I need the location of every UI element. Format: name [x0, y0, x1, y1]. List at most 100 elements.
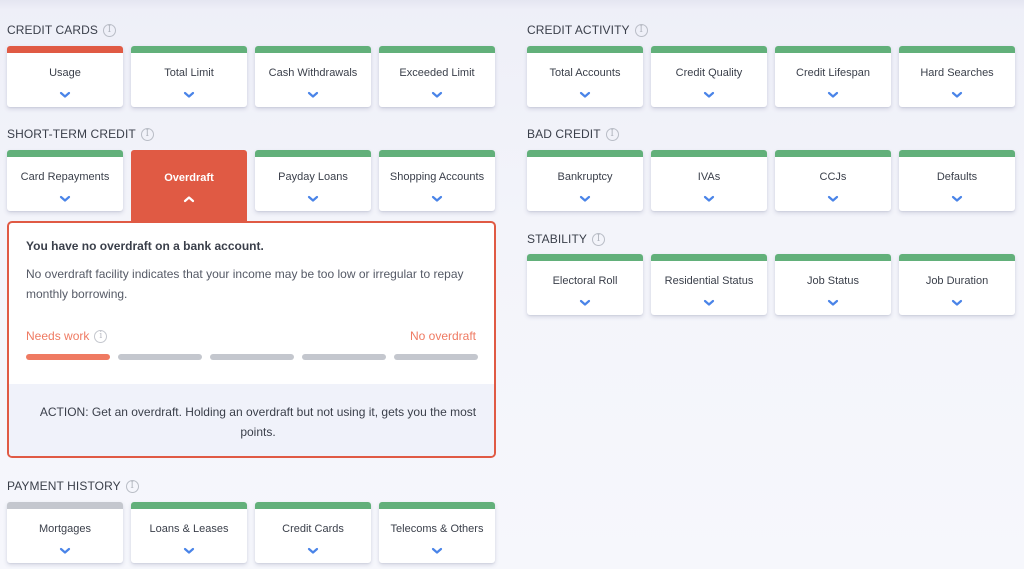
chevron-down-icon[interactable] [307, 91, 319, 99]
chevron-down-icon[interactable] [59, 91, 71, 99]
tile-payday-loans[interactable]: Payday Loans [255, 150, 371, 211]
tile-label: Mortgages [7, 523, 123, 535]
tile-ccjs[interactable]: CCJs [775, 150, 891, 211]
info-icon[interactable]: i [635, 24, 648, 37]
tile-bankruptcy[interactable]: Bankruptcy [527, 150, 643, 211]
status-bar [527, 150, 643, 157]
tile-card-repayments[interactable]: Card Repayments [7, 150, 123, 211]
status-label: Needs work [26, 329, 89, 343]
chevron-down-icon[interactable] [59, 195, 71, 203]
chevron-down-icon[interactable] [827, 195, 839, 203]
tile-label: Electoral Roll [527, 275, 643, 287]
tile-loans-and-leases[interactable]: Loans & Leases [131, 502, 247, 563]
chevron-down-icon[interactable] [579, 195, 591, 203]
chevron-down-icon[interactable] [579, 91, 591, 99]
credit-report-page: CREDIT CARDS i Usage Total Limit Cash With… [0, 0, 1024, 569]
chevron-down-icon[interactable] [827, 299, 839, 307]
tile-label: Exceeded Limit [379, 67, 495, 79]
chevron-down-icon[interactable] [183, 91, 195, 99]
chevron-down-icon[interactable] [183, 547, 195, 555]
tile-label: Bankruptcy [527, 171, 643, 183]
section-title-text: CREDIT CARDS [7, 23, 98, 37]
chevron-down-icon[interactable] [431, 91, 443, 99]
chevron-up-icon[interactable] [183, 195, 195, 203]
section-title-text: PAYMENT HISTORY [7, 479, 121, 493]
section-title-short-term-credit: SHORT-TERM CREDIT i [7, 126, 154, 142]
status-bar [379, 46, 495, 53]
section-title-payment-history: PAYMENT HISTORY i [7, 478, 139, 494]
chevron-down-icon[interactable] [431, 547, 443, 555]
tile-telecoms-and-others[interactable]: Telecoms & Others [379, 502, 495, 563]
chevron-down-icon[interactable] [307, 547, 319, 555]
section-title-bad-credit: BAD CREDIT i [527, 126, 619, 142]
chevron-down-icon[interactable] [431, 195, 443, 203]
status-bar [131, 502, 247, 509]
tile-defaults[interactable]: Defaults [899, 150, 1015, 211]
section-title-text: BAD CREDIT [527, 127, 601, 141]
chevron-down-icon[interactable] [703, 195, 715, 203]
tile-total-limit[interactable]: Total Limit [131, 46, 247, 107]
tile-label: Telecoms & Others [379, 523, 495, 535]
tile-exceeded-limit[interactable]: Exceeded Limit [379, 46, 495, 107]
tile-job-duration[interactable]: Job Duration [899, 254, 1015, 315]
tile-cash-withdrawals[interactable]: Cash Withdrawals [255, 46, 371, 107]
detail-description: No overdraft facility indicates that you… [26, 264, 486, 304]
tile-label: Job Status [775, 275, 891, 287]
tile-shopping-accounts[interactable]: Shopping Accounts [379, 150, 495, 211]
tile-ivas[interactable]: IVAs [651, 150, 767, 211]
tile-label: CCJs [775, 171, 891, 183]
tile-label: Cash Withdrawals [255, 67, 371, 79]
tile-job-status[interactable]: Job Status [775, 254, 891, 315]
chevron-down-icon[interactable] [579, 299, 591, 307]
status-bar [527, 254, 643, 261]
info-icon[interactable]: i [103, 24, 116, 37]
chevron-down-icon[interactable] [703, 91, 715, 99]
status-bar [899, 150, 1015, 157]
tile-label: Loans & Leases [131, 523, 247, 535]
tile-total-accounts[interactable]: Total Accounts [527, 46, 643, 107]
rating-segment [394, 354, 478, 360]
section-title-text: SHORT-TERM CREDIT [7, 127, 136, 141]
info-icon[interactable]: i [94, 330, 107, 343]
tile-credit-quality[interactable]: Credit Quality [651, 46, 767, 107]
info-icon[interactable]: i [126, 480, 139, 493]
info-icon[interactable]: i [141, 128, 154, 141]
status-bar [7, 502, 123, 509]
tile-overdraft[interactable]: Overdraft [131, 150, 247, 222]
overdraft-detail-panel: You have no overdraft on a bank account.… [7, 221, 496, 458]
tile-label: Overdraft [131, 172, 247, 184]
status-bar [7, 46, 123, 53]
section-title-text: CREDIT ACTIVITY [527, 23, 630, 37]
tile-label: IVAs [651, 171, 767, 183]
action-box: ACTION: Get an overdraft. Holding an ove… [9, 384, 494, 456]
info-icon[interactable]: i [592, 233, 605, 246]
tile-label: Residential Status [651, 275, 767, 287]
tile-hard-searches[interactable]: Hard Searches [899, 46, 1015, 107]
status-bar [255, 502, 371, 509]
status-bar [651, 150, 767, 157]
tile-label: Job Duration [899, 275, 1015, 287]
chevron-down-icon[interactable] [951, 195, 963, 203]
tile-mortgages[interactable]: Mortgages [7, 502, 123, 563]
tile-usage[interactable]: Usage [7, 46, 123, 107]
tile-electoral-roll[interactable]: Electoral Roll [527, 254, 643, 315]
chevron-down-icon[interactable] [827, 91, 839, 99]
tile-label: Total Limit [131, 67, 247, 79]
chevron-down-icon[interactable] [59, 547, 71, 555]
chevron-down-icon[interactable] [951, 299, 963, 307]
chevron-down-icon[interactable] [951, 91, 963, 99]
action-text: ACTION: Get an overdraft. Holding an ove… [33, 402, 483, 442]
chevron-down-icon[interactable] [703, 299, 715, 307]
status-bar [775, 150, 891, 157]
info-icon[interactable]: i [606, 128, 619, 141]
section-title-credit-activity: CREDIT ACTIVITY i [527, 22, 648, 38]
status-bar [651, 46, 767, 53]
tile-credit-lifespan[interactable]: Credit Lifespan [775, 46, 891, 107]
tiles-stability: Electoral Roll Residential Status Job Stat… [527, 254, 1015, 315]
status-bar [379, 150, 495, 157]
tile-label: Credit Quality [651, 67, 767, 79]
tile-residential-status[interactable]: Residential Status [651, 254, 767, 315]
detail-value: No overdraft [410, 329, 476, 343]
tile-credit-cards[interactable]: Credit Cards [255, 502, 371, 563]
chevron-down-icon[interactable] [307, 195, 319, 203]
